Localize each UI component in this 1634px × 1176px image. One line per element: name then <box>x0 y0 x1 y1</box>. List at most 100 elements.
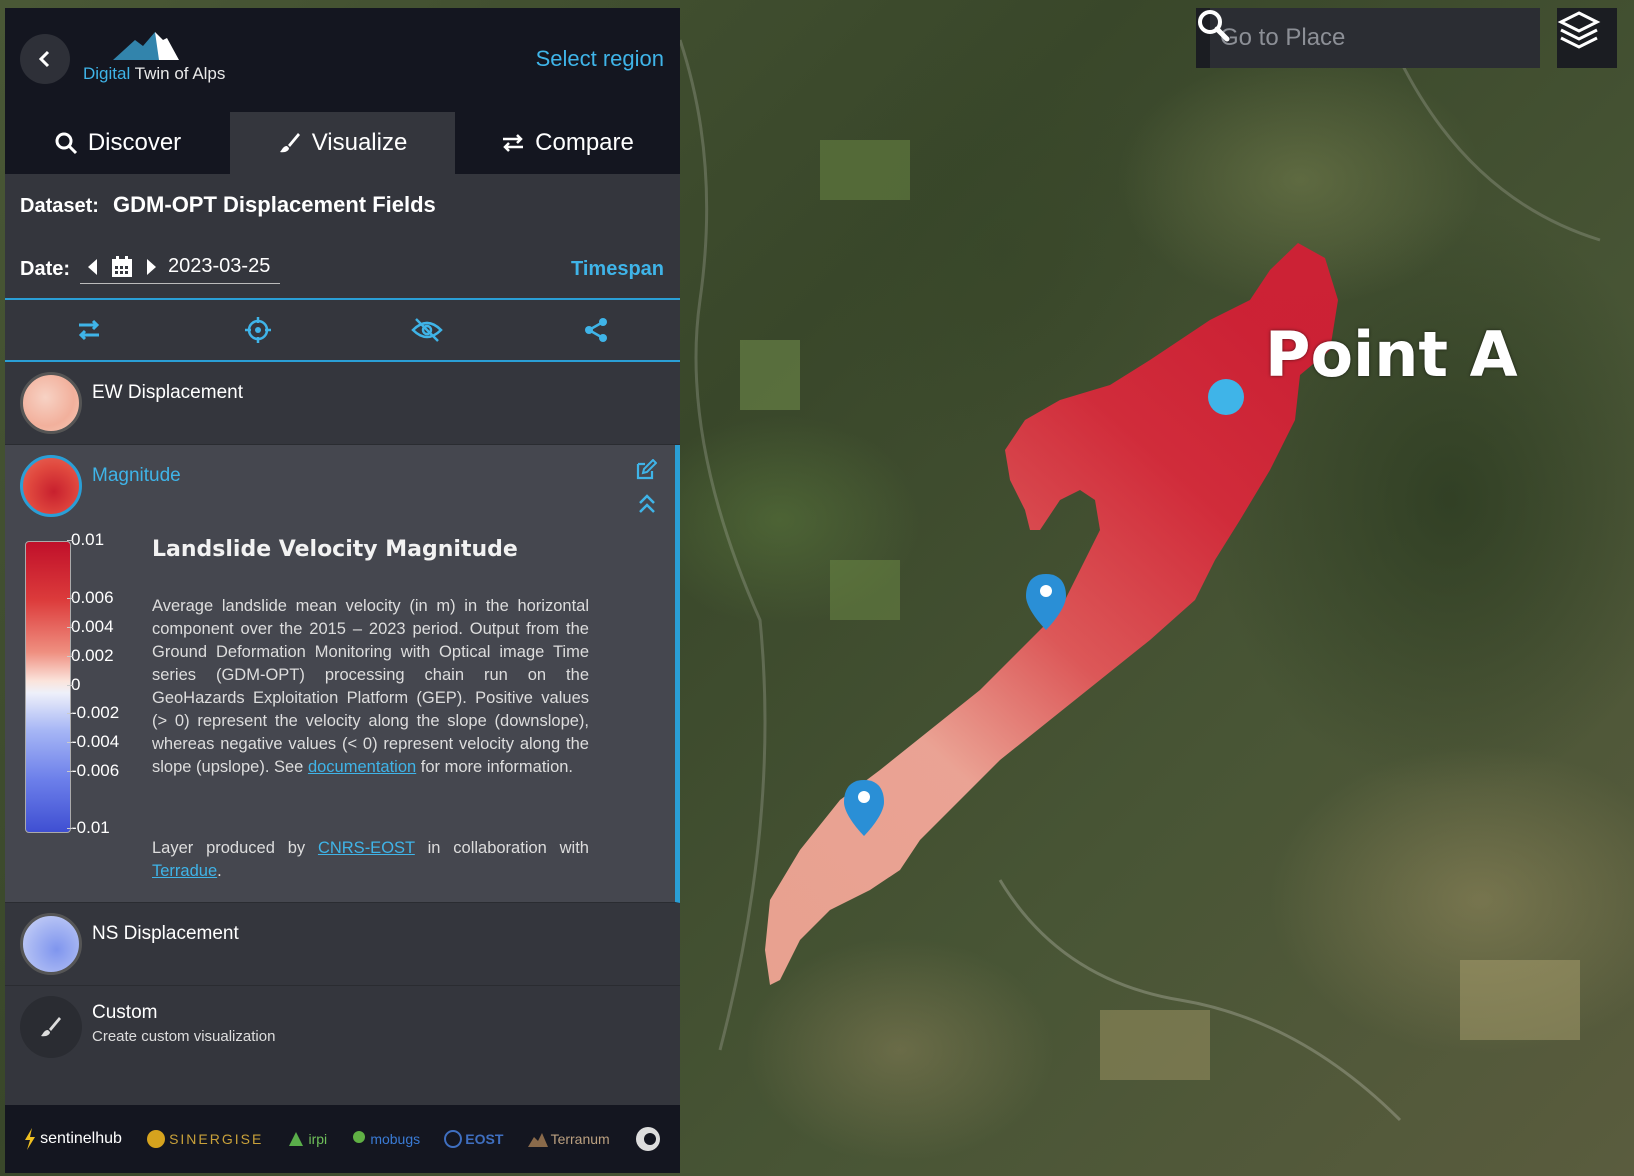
layers-icon <box>1557 11 1601 49</box>
layer-ns-displacement[interactable]: NS Displacement <box>5 903 680 986</box>
logo-text: irpi <box>308 1131 328 1147</box>
back-button[interactable] <box>20 34 70 84</box>
legend-tick: -0.004 <box>66 732 120 751</box>
documentation-link[interactable]: documentation <box>308 758 416 776</box>
description-text: Average landslide mean velocity (in m) i… <box>152 597 589 776</box>
panel-header: Digital Twin of Alps Select region <box>5 8 680 112</box>
date-value[interactable]: 2023-03-25 <box>168 255 270 278</box>
mountain-logo-icon <box>113 32 179 60</box>
edit-icon[interactable] <box>635 458 658 486</box>
caret-right-icon[interactable] <box>144 258 158 276</box>
date-picker: 2023-03-25 <box>80 255 281 284</box>
description-tail: for more information. <box>420 758 574 776</box>
road-line <box>678 39 767 1051</box>
field-patch <box>820 140 910 200</box>
dataset-row: Dataset: GDM-OPT Displacement Fields <box>5 174 680 240</box>
road-line <box>1398 59 1601 242</box>
terranum-logo[interactable]: Terranum <box>527 1131 610 1147</box>
select-region-link[interactable]: Select region <box>536 46 664 72</box>
layer-thumbnail <box>20 913 82 975</box>
calendar-icon[interactable] <box>110 255 134 279</box>
layer-custom[interactable]: Custom Create custom visualization <box>5 986 680 1068</box>
dataset-label: Dataset: <box>20 195 99 217</box>
crosshair-icon[interactable] <box>238 310 278 350</box>
tab-bar: Discover Visualize Compare <box>5 112 680 174</box>
field-patch <box>1100 1010 1210 1080</box>
layer-credit: Layer produced by CNRS-EOST in collabora… <box>152 837 589 883</box>
search-icon <box>55 132 77 155</box>
eost-logo[interactable]: EOST <box>444 1130 503 1148</box>
search-icon[interactable] <box>1196 8 1230 68</box>
caret-left-icon[interactable] <box>86 258 100 276</box>
layer-thumbnail <box>20 372 82 434</box>
sentinelhub-logo[interactable]: sentinelhub <box>23 1128 122 1150</box>
point-a-label: Point A <box>1265 318 1518 391</box>
layer-thumbnail <box>20 455 82 517</box>
logo-word-twin: Twin of Alps <box>134 64 226 83</box>
mobugs-logo[interactable]: mobugs <box>351 1129 420 1149</box>
cnrs-eost-link[interactable]: CNRS-EOST <box>318 839 415 857</box>
esa-logo-icon[interactable] <box>634 1125 662 1153</box>
tab-visualize[interactable]: Visualize <box>230 112 455 174</box>
credit-end: . <box>217 862 222 880</box>
legend-tick: 0.004 <box>67 617 114 636</box>
logo-text: sentinelhub <box>40 1130 122 1147</box>
layer-title: NS Displacement <box>92 923 239 944</box>
layer-description: Average landslide mean velocity (in m) i… <box>152 595 589 779</box>
logo-text: SINERGISE <box>169 1131 264 1147</box>
legend-tick: 0.002 <box>67 646 114 665</box>
tab-label: Visualize <box>311 129 408 156</box>
partner-logos: sentinelhub SINERGISE irpi mobugs EOST T… <box>5 1105 680 1173</box>
sinergise-logo[interactable]: SINERGISE <box>146 1129 263 1149</box>
collapse-icon[interactable] <box>637 493 657 520</box>
swap-icon[interactable] <box>69 310 109 350</box>
eye-slash-icon[interactable] <box>407 310 447 350</box>
layer-title: Magnitude <box>92 465 181 486</box>
search-box <box>1196 8 1540 68</box>
color-legend-bar <box>25 541 71 833</box>
compare-arrows-icon <box>503 134 524 152</box>
field-patch <box>830 560 900 620</box>
legend-tick: 0.01 <box>66 530 105 549</box>
legend-tick: -0.006 <box>66 761 120 780</box>
layers-button[interactable] <box>1557 8 1617 68</box>
terradue-link[interactable]: Terradue <box>152 862 217 880</box>
brush-icon <box>41 1017 61 1037</box>
date-row: Date: 2023-03-25 Timespan <box>5 240 680 298</box>
tab-label: Compare <box>535 129 634 156</box>
logo-word-digital: Digital <box>83 64 131 83</box>
dataset-name: GDM-OPT Displacement Fields <box>113 192 436 217</box>
app-logo-text: Digital Twin of Alps <box>83 64 225 84</box>
logo-text: mobugs <box>370 1131 421 1147</box>
layer-thumbnail <box>20 996 82 1058</box>
side-panel: Digital Twin of Alps Select region Disco… <box>5 8 680 1173</box>
layer-magnitude[interactable]: Magnitude 0.01 0.006 0.004 0.002 0 -0.00… <box>5 445 680 903</box>
layer-ew-displacement[interactable]: EW Displacement <box>5 362 680 445</box>
field-patch <box>740 340 800 410</box>
logo-text: EOST <box>465 1131 504 1147</box>
tab-label: Discover <box>87 129 182 156</box>
layer-subtitle: Create custom visualization <box>92 1028 276 1045</box>
share-icon[interactable] <box>576 310 616 350</box>
field-patch <box>1460 960 1580 1040</box>
tab-discover[interactable]: Discover <box>5 112 230 174</box>
layer-title: Custom <box>92 1002 158 1023</box>
logo-text: Terranum <box>550 1131 610 1147</box>
irpi-logo[interactable]: irpi <box>287 1130 327 1148</box>
legend-tick: -0.002 <box>66 703 120 722</box>
road-line <box>998 879 1402 1122</box>
date-label: Date: <box>20 257 71 280</box>
brush-icon <box>279 133 300 153</box>
credit-text: in collaboration with <box>427 839 589 857</box>
credit-text: Layer produced by <box>152 839 306 857</box>
tab-compare[interactable]: Compare <box>455 112 680 174</box>
layer-title: EW Displacement <box>92 382 243 403</box>
chevron-left-icon <box>38 50 50 68</box>
legend-tick: 0 <box>66 675 81 694</box>
layer-toolbar <box>5 298 680 362</box>
timespan-button[interactable]: Timespan <box>571 258 664 281</box>
point-a-marker[interactable] <box>1208 379 1244 415</box>
layer-description-title: Landslide Velocity Magnitude <box>152 537 518 562</box>
search-input[interactable] <box>1210 9 1540 67</box>
legend-tick: 0.006 <box>67 588 114 607</box>
